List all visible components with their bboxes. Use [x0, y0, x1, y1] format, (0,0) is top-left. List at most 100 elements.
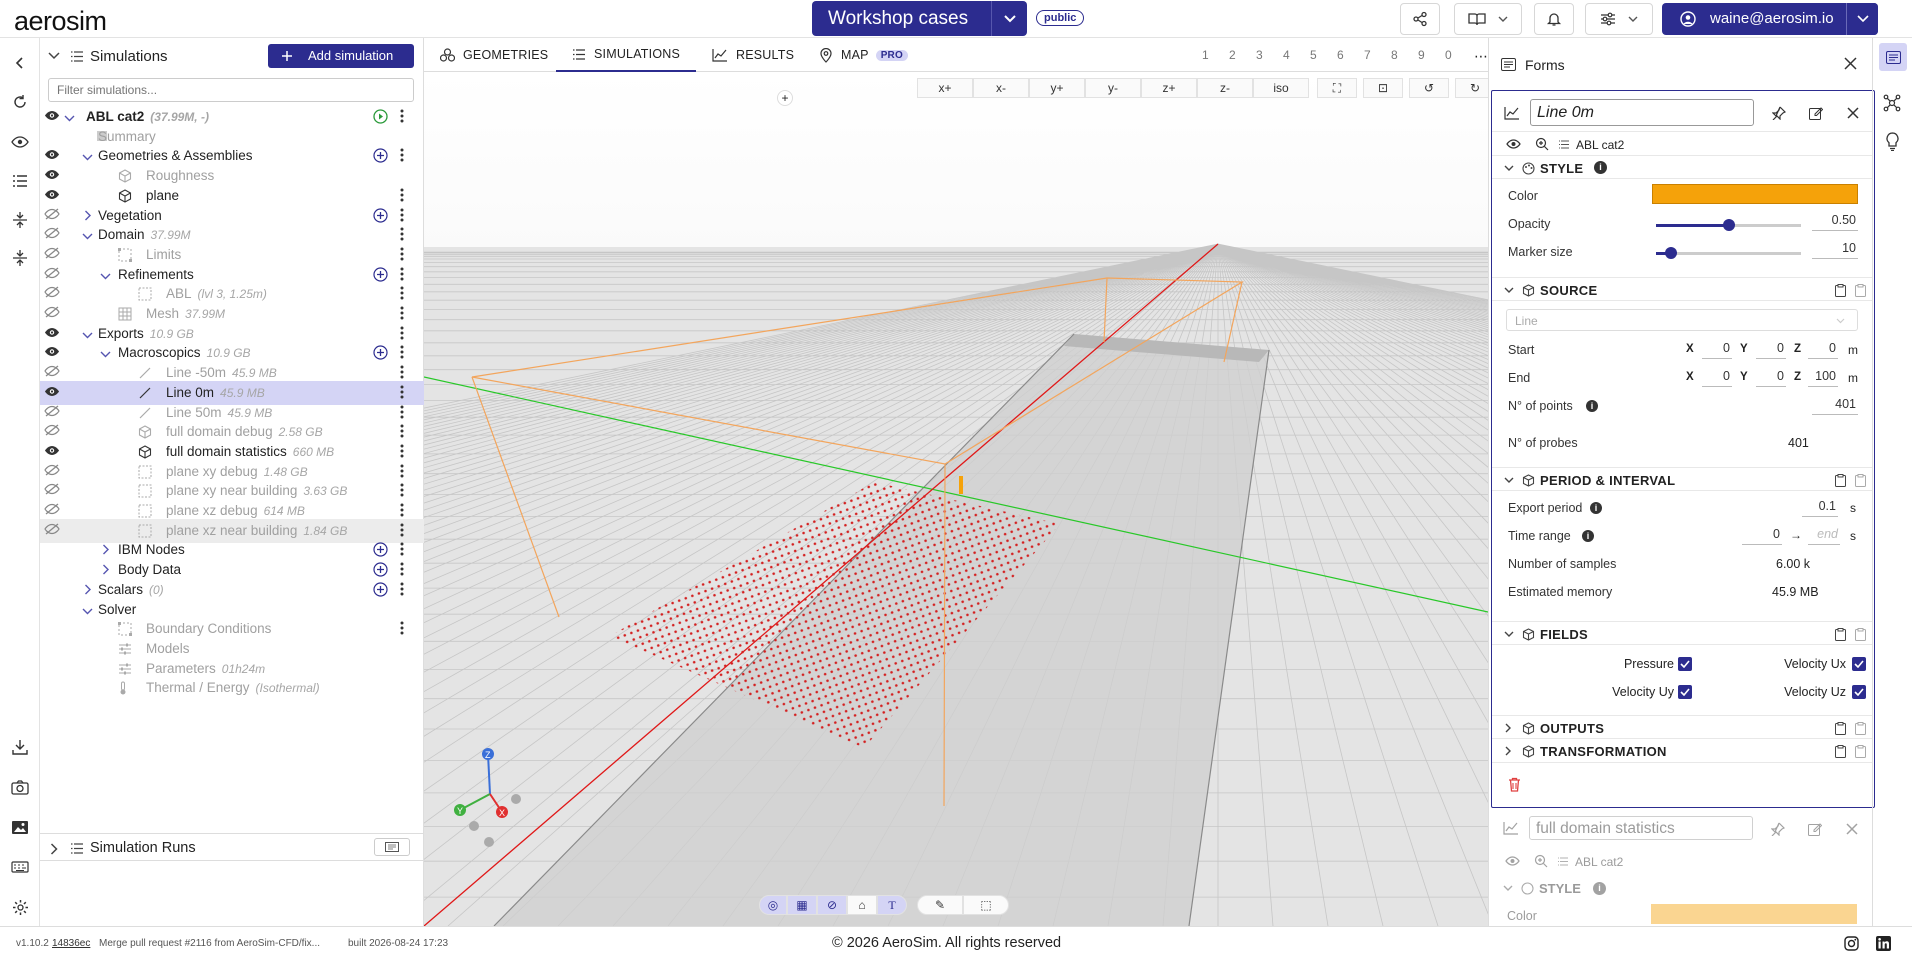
field-uy-checkbox[interactable]	[1678, 685, 1692, 699]
eye-off-icon[interactable]	[44, 306, 60, 321]
trash-icon[interactable]	[1508, 777, 1521, 792]
form-name-input[interactable]: full domain statistics	[1529, 816, 1753, 840]
add-simulation-button[interactable]: Add simulation	[268, 44, 414, 68]
opacity-input[interactable]: 0.50	[1812, 213, 1858, 231]
camera-slot-2[interactable]: 2	[1229, 48, 1236, 62]
eye-icon[interactable]	[44, 148, 60, 163]
row-menu-icon[interactable]	[400, 227, 404, 244]
camera-slot-7[interactable]: 7	[1364, 48, 1371, 62]
info-icon[interactable]: i	[1594, 161, 1607, 174]
measure-button[interactable]: ✎	[917, 895, 963, 915]
collapse-panel-icon[interactable]	[8, 51, 32, 75]
rotate-right-button[interactable]: ↻	[1455, 78, 1488, 98]
row-menu-icon[interactable]	[400, 267, 404, 284]
view-axis-button[interactable]: x+	[917, 78, 973, 98]
row-menu-icon[interactable]	[400, 503, 404, 520]
style-title[interactable]: STYLE	[1539, 881, 1581, 896]
view-axis-button[interactable]: z+	[1141, 78, 1197, 98]
eye-icon[interactable]	[44, 345, 60, 360]
chevron-down-icon[interactable]	[991, 1, 1027, 36]
row-menu-icon[interactable]	[400, 286, 404, 303]
row-menu-icon[interactable]	[400, 542, 404, 559]
view-axis-button[interactable]: z-	[1197, 78, 1253, 98]
camera-slot-5[interactable]: 5	[1310, 48, 1317, 62]
row-menu-icon[interactable]	[400, 621, 404, 638]
source-section-header[interactable]: SOURCE	[1492, 277, 1872, 301]
selection-button[interactable]: ⬚	[963, 895, 1009, 915]
share-button[interactable]	[1400, 3, 1440, 35]
simulation-runs-section[interactable]: Simulation Runs	[40, 833, 424, 861]
eye-off-icon[interactable]	[44, 464, 60, 479]
field-ux-checkbox[interactable]	[1852, 657, 1866, 671]
view-axis-button[interactable]: y+	[1029, 78, 1085, 98]
paste-icon[interactable]	[1855, 628, 1866, 641]
color-swatch[interactable]	[1651, 904, 1857, 924]
zoom-box-button[interactable]: ⊡	[1363, 78, 1403, 98]
color-swatch[interactable]	[1652, 184, 1858, 204]
eye-icon[interactable]	[44, 385, 60, 400]
grid-toggle-button[interactable]: ▦	[787, 895, 817, 915]
instagram-icon[interactable]	[1844, 936, 1859, 951]
edit-icon[interactable]	[1808, 822, 1822, 836]
chevron-right-icon[interactable]	[102, 563, 110, 578]
row-menu-icon[interactable]	[400, 483, 404, 500]
row-menu-icon[interactable]	[400, 424, 404, 441]
network-icon[interactable]	[1883, 94, 1901, 115]
camera-slot-0[interactable]: 0	[1445, 48, 1452, 62]
start-z-input[interactable]: 0	[1808, 341, 1838, 359]
start-x-input[interactable]: 0	[1702, 341, 1732, 359]
eye-off-icon[interactable]	[44, 405, 60, 420]
scene-canvas[interactable]: Z Y X	[424, 72, 1488, 926]
camera-icon[interactable]	[8, 775, 32, 799]
field-pressure-checkbox[interactable]	[1678, 657, 1692, 671]
marker-size-thumb[interactable]	[1664, 247, 1677, 259]
eye-off-icon[interactable]	[44, 483, 60, 498]
eye-off-icon[interactable]	[44, 523, 60, 538]
row-menu-icon[interactable]	[400, 444, 404, 461]
visibility-icon[interactable]	[8, 130, 32, 154]
clipboard-icon[interactable]	[1835, 628, 1846, 641]
chevron-right-icon[interactable]	[84, 209, 92, 224]
chevron-right-icon[interactable]	[50, 843, 58, 855]
tree-row[interactable]: Thermal / Energy (Isothermal)	[40, 676, 424, 700]
paste-icon[interactable]	[1855, 474, 1866, 487]
list-icon[interactable]	[8, 169, 32, 193]
aerosim-logo[interactable]: aerosim	[14, 6, 107, 37]
start-y-input[interactable]: 0	[1756, 341, 1786, 359]
camera-slot-3[interactable]: 3	[1256, 48, 1263, 62]
eye-off-icon[interactable]	[44, 267, 60, 282]
linkedin-icon[interactable]	[1876, 936, 1891, 951]
opacity-thumb[interactable]	[1722, 219, 1735, 231]
eye-off-icon[interactable]	[44, 424, 60, 439]
eye-icon[interactable]	[44, 444, 60, 459]
camera-slot-1[interactable]: 1	[1202, 48, 1209, 62]
row-menu-icon[interactable]	[400, 562, 404, 579]
clipboard-icon[interactable]	[1835, 745, 1846, 758]
eye-icon[interactable]	[1505, 856, 1520, 866]
source-type-select[interactable]: Line	[1506, 309, 1858, 331]
eye-icon[interactable]	[44, 326, 60, 341]
info-icon[interactable]: i	[1590, 502, 1602, 514]
row-menu-icon[interactable]	[400, 247, 404, 264]
chevron-down-icon[interactable]	[48, 52, 60, 60]
row-menu-icon[interactable]	[400, 345, 404, 362]
row-menu-icon[interactable]	[400, 306, 404, 323]
row-menu-icon[interactable]	[400, 523, 404, 540]
end-y-input[interactable]: 0	[1756, 369, 1786, 387]
view-axis-button[interactable]: y-	[1085, 78, 1141, 98]
eye-off-icon[interactable]	[44, 227, 60, 242]
fields-section-header[interactable]: FIELDS	[1492, 621, 1872, 645]
eye-icon[interactable]	[44, 168, 60, 183]
pin-icon[interactable]	[1772, 106, 1786, 120]
row-menu-icon[interactable]	[400, 405, 404, 422]
target-button[interactable]: ◎	[759, 895, 787, 915]
eye-off-icon[interactable]	[44, 208, 60, 223]
close-icon[interactable]	[1847, 107, 1859, 119]
eye-off-icon[interactable]	[44, 286, 60, 301]
clipboard-icon[interactable]	[1835, 722, 1846, 735]
eye-icon[interactable]	[44, 109, 60, 124]
filter-simulations-input[interactable]	[48, 78, 414, 102]
period-section-header[interactable]: PERIOD & INTERVAL	[1492, 467, 1872, 491]
tab-map[interactable]: MAP PRO	[820, 38, 908, 72]
outputs-section-header[interactable]: OUTPUTS	[1492, 715, 1872, 739]
